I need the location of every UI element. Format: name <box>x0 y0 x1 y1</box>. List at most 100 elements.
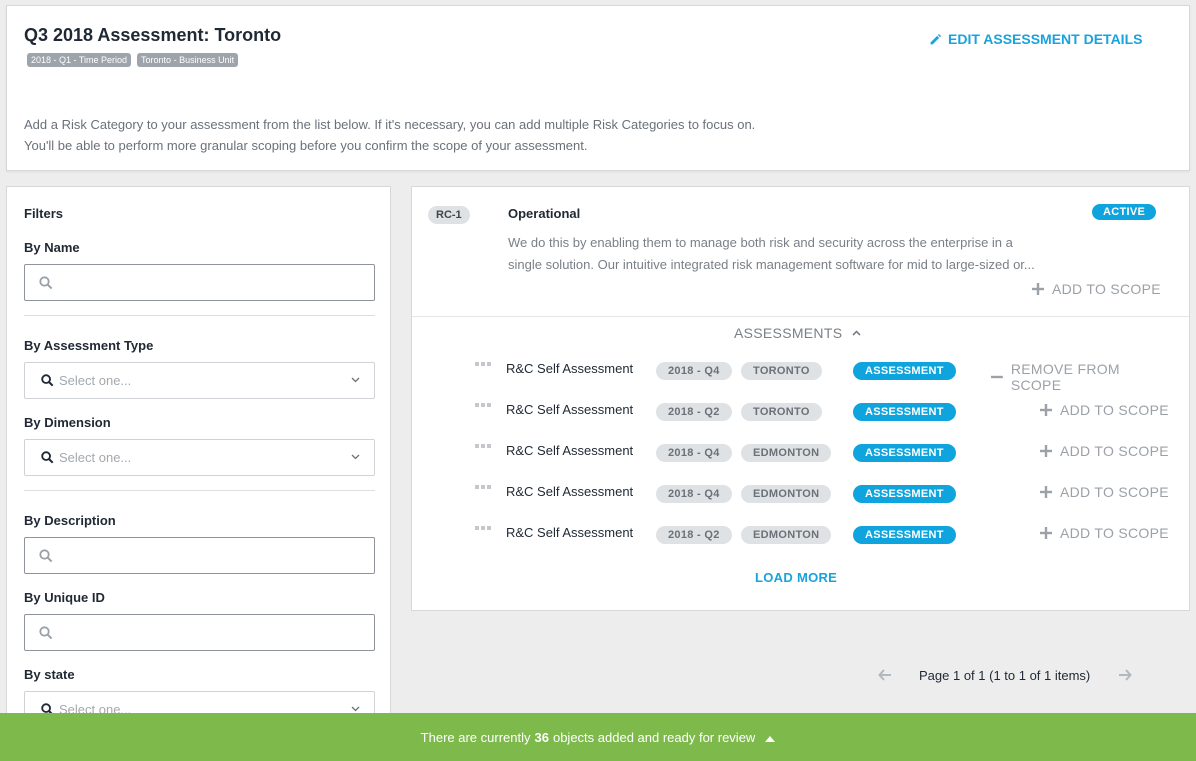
search-icon <box>39 549 53 563</box>
drag-handle-icon[interactable] <box>475 485 492 490</box>
plus-icon <box>1040 404 1052 416</box>
add-to-scope-button[interactable]: ADD TO SCOPE <box>1040 525 1169 541</box>
arrow-right-icon <box>1119 669 1133 681</box>
filters-title: Filters <box>24 206 64 221</box>
category-id-badge: RC-1 <box>428 206 470 224</box>
search-icon <box>41 374 54 387</box>
unit-tag: EDMONTON <box>741 444 832 462</box>
risk-category-card: RC-1 Operational ACTIVE We do this by en… <box>411 186 1190 611</box>
status-badge: ACTIVE <box>1092 204 1157 220</box>
plus-icon <box>1040 486 1052 498</box>
row-action-label: ADD TO SCOPE <box>1060 484 1169 500</box>
card-divider <box>412 316 1189 317</box>
assessment-name: R&C Self Assessment <box>506 361 634 376</box>
edit-assessment-details-button[interactable]: EDIT ASSESSMENT DETAILS <box>929 31 1142 47</box>
assessment-row: R&C Self Assessment 2018 - Q4 EDMONTON A… <box>472 442 1172 464</box>
category-name: Operational <box>508 206 581 221</box>
by-description-label: By Description <box>24 513 116 528</box>
filter-divider <box>24 490 375 491</box>
description-search-input[interactable] <box>24 537 375 574</box>
assessment-header: Q3 2018 Assessment: Toronto 2018 - Q1 - … <box>6 5 1190 171</box>
intro-line-1: Add a Risk Category to your assessment f… <box>24 117 756 132</box>
assessment-row: R&C Self Assessment 2018 - Q2 EDMONTON A… <box>472 524 1172 546</box>
period-tag: 2018 - Q2 <box>656 526 732 544</box>
drag-handle-icon[interactable] <box>475 526 492 531</box>
time-period-tag: 2018 - Q1 - Time Period <box>27 53 132 67</box>
intro-text: Add a Risk Category to your assessment f… <box>24 114 924 156</box>
by-state-label: By state <box>24 667 75 682</box>
assessment-row: R&C Self Assessment 2018 - Q4 TORONTO AS… <box>472 360 1172 393</box>
review-bar[interactable]: There are currently 36 objects added and… <box>0 713 1196 761</box>
assessment-tags: 2018 - Q1 - Time Period Toronto - Busine… <box>27 53 239 67</box>
search-icon <box>39 626 53 640</box>
by-name-label: By Name <box>24 240 80 255</box>
assessment-name: R&C Self Assessment <box>506 484 634 499</box>
name-search-input[interactable] <box>24 264 375 301</box>
arrow-left-icon <box>878 669 891 681</box>
add-to-scope-button[interactable]: ADD TO SCOPE <box>1040 402 1169 418</box>
add-category-to-scope-button[interactable]: ADD TO SCOPE <box>1032 281 1161 297</box>
period-tag: 2018 - Q4 <box>656 362 732 380</box>
load-more-button[interactable]: LOAD MORE <box>755 570 837 585</box>
assessments-label: ASSESSMENTS <box>734 325 843 341</box>
category-description-line-1: We do this by enabling them to manage bo… <box>508 235 1013 250</box>
add-to-scope-button[interactable]: ADD TO SCOPE <box>1040 484 1169 500</box>
assessment-row: R&C Self Assessment 2018 - Q4 EDMONTON A… <box>472 483 1172 505</box>
unique-id-search-input[interactable] <box>24 614 375 651</box>
remove-from-scope-button[interactable]: REMOVE FROM SCOPE <box>991 361 1172 393</box>
row-action-label: ADD TO SCOPE <box>1060 525 1169 541</box>
period-tag: 2018 - Q2 <box>656 403 732 421</box>
chevron-down-icon <box>351 377 360 383</box>
assessment-type-badge: ASSESSMENT <box>853 362 956 380</box>
review-bar-prefix: There are currently <box>420 729 531 745</box>
by-dimension-label: By Dimension <box>24 415 111 430</box>
plus-icon <box>1040 527 1052 539</box>
next-page-button[interactable] <box>1116 666 1134 684</box>
page-title: Q3 2018 Assessment: Toronto <box>24 25 282 45</box>
filter-panel: Filters By Name By Assessment Type Selec… <box>6 186 391 728</box>
unit-tag: EDMONTON <box>741 485 832 503</box>
assessments-toggle[interactable]: ASSESSMENTS <box>734 325 861 341</box>
drag-handle-icon[interactable] <box>475 403 492 408</box>
previous-page-button[interactable] <box>876 666 894 684</box>
edit-assessment-details-label: EDIT ASSESSMENT DETAILS <box>948 31 1143 47</box>
drag-handle-icon[interactable] <box>475 362 492 367</box>
row-action-label: ADD TO SCOPE <box>1060 443 1169 459</box>
minus-icon <box>991 375 1003 379</box>
period-tag: 2018 - Q4 <box>656 485 732 503</box>
review-count: 36 <box>534 729 549 745</box>
select-placeholder: Select one... <box>59 373 132 388</box>
assessment-type-badge: ASSESSMENT <box>853 485 956 503</box>
chevron-up-icon <box>852 330 861 336</box>
dimension-select[interactable]: Select one... <box>24 439 375 476</box>
pagination: Page 1 of 1 (1 to 1 of 1 items) <box>876 666 1134 684</box>
row-action-label: ADD TO SCOPE <box>1060 402 1169 418</box>
assessment-row: R&C Self Assessment 2018 - Q2 TORONTO AS… <box>472 401 1172 423</box>
by-assessment-type-label: By Assessment Type <box>24 338 154 353</box>
assessment-type-select[interactable]: Select one... <box>24 362 375 399</box>
assessment-name: R&C Self Assessment <box>506 402 634 417</box>
review-bar-suffix: objects added and ready for review <box>552 729 756 745</box>
chevron-down-icon <box>351 454 360 460</box>
caret-up-icon <box>765 736 776 742</box>
category-description-line-2: single solution. Our intuitive integrate… <box>508 257 1035 272</box>
assessment-name: R&C Self Assessment <box>506 443 634 458</box>
category-description: We do this by enabling them to manage bo… <box>508 232 1098 276</box>
filter-divider <box>24 315 375 316</box>
by-unique-id-label: By Unique ID <box>24 590 105 605</box>
select-placeholder: Select one... <box>59 450 132 465</box>
assessment-type-badge: ASSESSMENT <box>853 444 956 462</box>
unit-tag: EDMONTON <box>741 526 832 544</box>
assessment-type-badge: ASSESSMENT <box>853 526 956 544</box>
unit-tag: TORONTO <box>741 403 822 421</box>
add-to-scope-button[interactable]: ADD TO SCOPE <box>1040 443 1169 459</box>
chevron-down-icon <box>351 706 360 712</box>
drag-handle-icon[interactable] <box>475 444 492 449</box>
add-to-scope-label: ADD TO SCOPE <box>1052 281 1161 297</box>
search-icon <box>41 451 54 464</box>
pencil-icon <box>930 33 942 44</box>
pagination-status: Page 1 of 1 (1 to 1 of 1 items) <box>919 667 1091 683</box>
unit-tag: TORONTO <box>741 362 822 380</box>
plus-icon <box>1040 445 1052 457</box>
row-action-label: REMOVE FROM SCOPE <box>1010 361 1120 393</box>
